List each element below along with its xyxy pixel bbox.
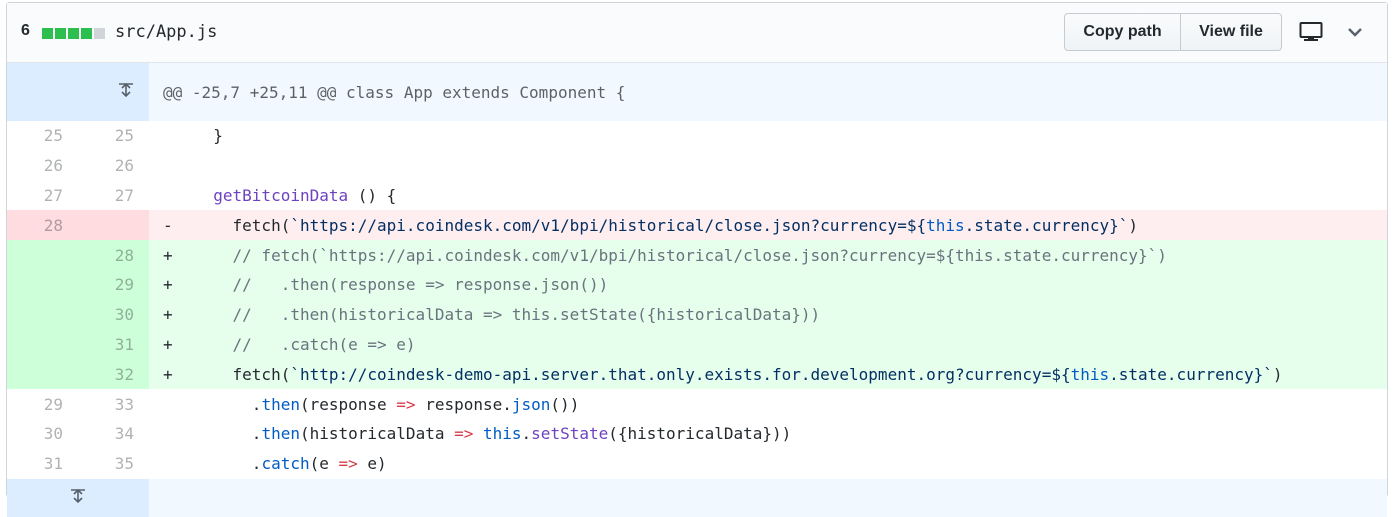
diff-marker: + (163, 334, 173, 354)
diffstat-block (68, 28, 79, 39)
context-line: 27 27 getBitcoinData () { (7, 181, 1387, 211)
new-line-number[interactable]: 28 (78, 240, 149, 270)
code-line: + // .then(historicalData => this.setSta… (149, 299, 1387, 330)
context-line: 31 35 .catch(e => e) (7, 449, 1387, 479)
diff-marker (163, 454, 194, 473)
addition-line: 31 + // .catch(e => e) (7, 329, 1387, 360)
code-text: // .then(historicalData => this.setState… (194, 305, 821, 325)
old-line-number[interactable] (7, 240, 78, 270)
code-text: // fetch(`https://api.coindesk.com/v1/bp… (194, 245, 1167, 265)
code-text: // .catch(e => e) (194, 334, 416, 354)
code-text: fetch(`http://coindesk-demo-api.server.t… (194, 364, 1283, 384)
diffstat-block (42, 28, 53, 39)
hunk-header-row: @@ -25,7 +25,11 @@ class App extends Com… (7, 63, 1387, 121)
old-line-number[interactable]: 25 (7, 121, 78, 151)
diff-file: 6 src/App.js Copy path View file @@ -25,… (6, 2, 1388, 517)
file-header: 6 src/App.js Copy path View file (7, 3, 1387, 63)
old-line-number[interactable] (7, 299, 78, 330)
code-line: .then(historicalData => this.setState({h… (149, 419, 1387, 449)
diff-marker (163, 424, 194, 443)
new-line-number[interactable]: 32 (78, 359, 149, 390)
code-text: } (194, 126, 223, 146)
old-line-number[interactable] (7, 329, 78, 360)
diffstat-block (94, 28, 105, 39)
diffstat-block (55, 28, 66, 39)
diff-marker (163, 126, 194, 145)
diffstat-bar (42, 28, 105, 39)
code-text: .then(response => response.json()) (194, 394, 580, 414)
desktop-icon[interactable] (1299, 21, 1323, 48)
diff-marker: + (163, 245, 173, 265)
old-line-number[interactable]: 28 (7, 210, 78, 241)
code-line: + // fetch(`https://api.coindesk.com/v1/… (149, 240, 1387, 270)
diff-marker (163, 156, 194, 175)
code-text: fetch(`https://api.coindesk.com/v1/bpi/h… (194, 215, 1139, 235)
diff-marker: + (163, 364, 173, 384)
view-file-button[interactable]: View file (1181, 13, 1282, 51)
new-line-number[interactable]: 31 (78, 329, 149, 360)
code-line: - fetch(`https://api.coindesk.com/v1/bpi… (149, 210, 1387, 241)
code-text: getBitcoinData () { (213, 185, 397, 205)
old-line-number[interactable] (7, 269, 78, 300)
code-line: } (149, 121, 1387, 151)
old-line-number[interactable]: 31 (7, 449, 78, 479)
new-line-number[interactable]: 25 (78, 121, 149, 151)
hunk-header-text: @@ -25,7 +25,11 @@ class App extends Com… (149, 63, 1387, 121)
code-line: + // .then(response => response.json()) (149, 269, 1387, 300)
new-line-number[interactable]: 35 (78, 449, 149, 479)
diff-marker (163, 395, 194, 414)
new-line-number[interactable]: 30 (78, 299, 149, 330)
new-line-number[interactable]: 27 (78, 181, 149, 211)
code-line: + fetch(`http://coindesk-demo-api.server… (149, 359, 1387, 390)
diff-marker (163, 186, 194, 205)
code-text: // .then(response => response.json()) (194, 275, 609, 295)
code-text: .catch(e => e) (194, 454, 387, 474)
unfold-icon (119, 82, 134, 98)
addition-line: 30 + // .then(historicalData => this.setS… (7, 299, 1387, 330)
addition-line: 28 + // fetch(`https://api.coindesk.com/v… (7, 240, 1387, 270)
diffstat-count: 6 (21, 22, 30, 39)
file-name[interactable]: src/App.js (115, 22, 217, 42)
new-line-number[interactable]: 26 (78, 151, 149, 181)
addition-line: 32 + fetch(`http://coindesk-demo-api.serv… (7, 359, 1387, 390)
new-line-number[interactable] (78, 210, 149, 241)
file-actions: Copy path View file (1064, 13, 1282, 51)
code-line: getBitcoinData () { (149, 181, 1387, 211)
context-line: 30 34 .then(historicalData => this.setSta… (7, 419, 1387, 449)
diff-marker: + (163, 275, 173, 295)
deletion-line: 28 - fetch(`https://api.coindesk.com/v1/b… (7, 210, 1387, 241)
new-line-number[interactable]: 33 (78, 389, 149, 419)
old-line-number[interactable]: 30 (7, 419, 78, 449)
new-line-number[interactable]: 29 (78, 269, 149, 300)
code-line: .then(response => response.json()) (149, 389, 1387, 419)
unfold-icon (71, 488, 85, 503)
code-line: + // .catch(e => e) (149, 329, 1387, 360)
code-line (149, 151, 1387, 181)
code-text: .then(historicalData => this.setState({h… (194, 424, 792, 444)
diffstat-block (81, 28, 92, 39)
old-line-number[interactable]: 29 (7, 389, 78, 419)
old-line-number[interactable]: 27 (7, 181, 78, 211)
diff-table: @@ -25,7 +25,11 @@ class App extends Com… (7, 63, 1387, 517)
new-line-number[interactable]: 34 (78, 419, 149, 449)
old-line-number[interactable]: 26 (7, 151, 78, 181)
diff-marker: - (163, 215, 173, 235)
context-line: 29 33 .then(response => response.json()) (7, 389, 1387, 419)
old-line-number[interactable] (7, 359, 78, 390)
context-line: 25 25 } (7, 121, 1387, 151)
copy-path-button[interactable]: Copy path (1064, 13, 1181, 51)
addition-line: 29 + // .then(response => response.json()… (7, 269, 1387, 300)
expand-up-button[interactable] (7, 63, 149, 121)
context-line: 26 26 (7, 151, 1387, 181)
diff-marker: + (163, 305, 173, 325)
chevron-down-icon[interactable] (1346, 23, 1364, 46)
code-line: .catch(e => e) (149, 449, 1387, 479)
